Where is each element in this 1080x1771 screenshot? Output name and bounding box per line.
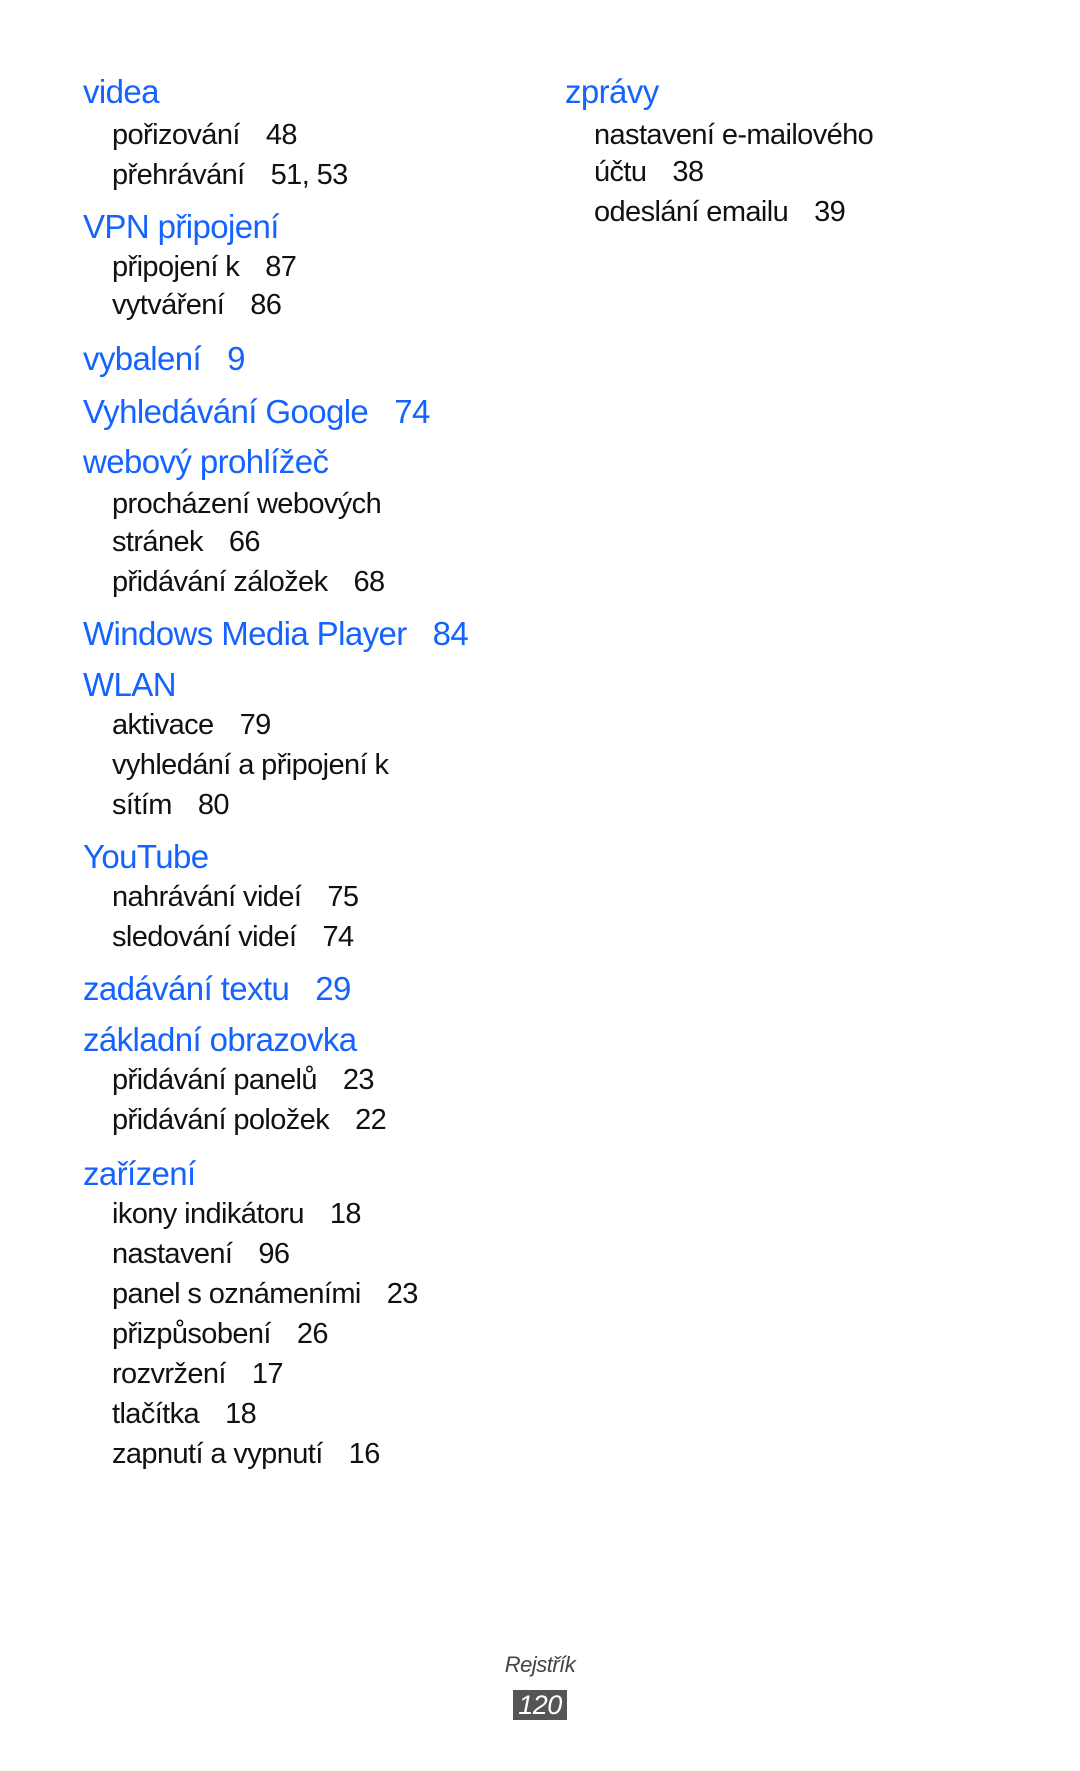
page-reference[interactable]: 38 — [672, 156, 704, 188]
index-subentry: sítím 80 — [112, 785, 230, 825]
index-subentry: nastavení 96 — [112, 1234, 290, 1274]
index-term: vytváření — [112, 289, 225, 321]
index-term: přidávání panelů — [112, 1064, 317, 1096]
index-term: webový prohlížeč — [83, 443, 329, 480]
page-reference[interactable]: 18 — [225, 1398, 257, 1430]
page-reference[interactable]: 96 — [258, 1238, 290, 1270]
page-reference[interactable]: 84 — [433, 615, 469, 652]
index-term: ikony indikátoru — [112, 1198, 305, 1230]
page-reference[interactable]: 9 — [227, 340, 245, 377]
index-subentry: rozvržení 17 — [112, 1354, 284, 1394]
page-reference[interactable]: 17 — [252, 1358, 284, 1390]
index-term: Windows Media Player — [83, 615, 407, 652]
index-term: zadávání textu — [83, 970, 290, 1007]
index-heading: YouTube — [83, 837, 209, 877]
page-reference[interactable]: 48 — [266, 119, 298, 151]
index-term: sledování videí — [112, 921, 297, 953]
page-reference[interactable]: 51, 53 — [271, 159, 349, 191]
section-label: Rejstřík — [504, 1652, 576, 1677]
index-term: zprávy — [565, 73, 659, 110]
page-reference[interactable]: 29 — [315, 970, 351, 1007]
page-reference[interactable]: 79 — [240, 709, 272, 741]
index-heading: videa — [83, 72, 160, 112]
index-term: Vyhledávání Google — [83, 393, 369, 430]
index-heading: WLAN — [83, 665, 177, 705]
index-term: přehrávání — [112, 159, 245, 191]
page-reference[interactable]: 23 — [387, 1278, 419, 1310]
index-heading: zařízení — [83, 1154, 196, 1194]
page-reference[interactable]: 74 — [394, 393, 430, 430]
index-subentry: přizpůsobení 26 — [112, 1314, 329, 1354]
index-subentry: aktivace 79 — [112, 705, 271, 745]
index-term: základní obrazovka — [83, 1021, 357, 1058]
index-heading: webový prohlížeč — [83, 442, 329, 482]
page-reference[interactable]: 22 — [355, 1104, 387, 1136]
page-reference[interactable]: 66 — [229, 526, 261, 558]
index-term: nastavení e-mailového — [594, 119, 874, 151]
index-heading: Vyhledávání Google 74 — [83, 392, 430, 432]
index-term: procházení webových — [112, 488, 382, 520]
index-term: vybalení — [83, 340, 202, 377]
index-term: zapnutí a vypnutí — [112, 1438, 323, 1470]
page-reference[interactable]: 18 — [330, 1198, 362, 1230]
index-subentry: přidávání položek 22 — [112, 1100, 387, 1140]
index-term: odeslání emailu — [594, 196, 789, 228]
page-reference[interactable]: 86 — [250, 289, 282, 321]
index-subentry: vyhledání a připojení k — [112, 745, 389, 785]
page-reference[interactable]: 39 — [814, 196, 846, 228]
index-term: WLAN — [83, 666, 177, 703]
index-term: nastavení — [112, 1238, 233, 1270]
index-heading: vybalení 9 — [83, 339, 245, 379]
index-subentry: panel s oznámeními 23 — [112, 1274, 418, 1314]
page-reference[interactable]: 26 — [297, 1318, 329, 1350]
index-term: přizpůsobení — [112, 1318, 271, 1350]
index-subentry: přidávání panelů 23 — [112, 1060, 375, 1100]
index-term: rozvržení — [112, 1358, 226, 1390]
index-term: VPN připojení — [83, 208, 279, 245]
index-subentry: stránek 66 — [112, 522, 261, 562]
index-term: YouTube — [83, 838, 209, 875]
index-term: videa — [83, 73, 160, 110]
index-subentry: odeslání emailu 39 — [594, 192, 846, 232]
index-term: sítím — [112, 789, 172, 821]
index-term: nahrávání videí — [112, 881, 302, 913]
index-subentry: pořizování 48 — [112, 115, 297, 155]
index-term: pořizování — [112, 119, 240, 151]
page-reference[interactable]: 75 — [327, 881, 359, 913]
index-subentry: účtu 38 — [594, 152, 704, 192]
index-subentry: připojení k 87 — [112, 247, 297, 287]
index-term: vyhledání a připojení k — [112, 749, 389, 781]
index-heading: VPN připojení — [83, 207, 279, 247]
index-subentry: nahrávání videí 75 — [112, 877, 359, 917]
page-reference[interactable]: 74 — [322, 921, 354, 953]
index-term: připojení k — [112, 251, 240, 283]
index-subentry: sledování videí 74 — [112, 917, 354, 957]
index-subentry: ikony indikátoru 18 — [112, 1194, 362, 1234]
index-term: aktivace — [112, 709, 214, 741]
index-heading: Windows Media Player 84 — [83, 614, 469, 654]
index-term: účtu — [594, 156, 647, 188]
index-term: stránek — [112, 526, 204, 558]
page-reference[interactable]: 16 — [349, 1438, 381, 1470]
index-subentry: přehrávání 51, 53 — [112, 155, 348, 195]
index-subentry: zapnutí a vypnutí 16 — [112, 1434, 380, 1474]
page-reference[interactable]: 23 — [343, 1064, 375, 1096]
index-term: zařízení — [83, 1155, 196, 1192]
index-term: přidávání položek — [112, 1104, 330, 1136]
page-number: 120 — [513, 1690, 567, 1720]
index-term: přidávání záložek — [112, 566, 328, 598]
index-heading: zadávání textu 29 — [83, 969, 351, 1009]
index-subentry: procházení webových — [112, 484, 382, 524]
index-heading: zprávy — [565, 72, 659, 112]
index-subentry: přidávání záložek 68 — [112, 562, 385, 602]
index-subentry: vytváření 86 — [112, 285, 282, 325]
page-reference[interactable]: 80 — [198, 789, 230, 821]
index-subentry: tlačítka 18 — [112, 1394, 257, 1434]
index-term: tlačítka — [112, 1398, 200, 1430]
page-reference[interactable]: 87 — [265, 251, 297, 283]
index-term: panel s oznámeními — [112, 1278, 361, 1310]
index-subentry: nastavení e-mailového — [594, 115, 874, 155]
index-heading: základní obrazovka — [83, 1020, 357, 1060]
page-reference[interactable]: 68 — [354, 566, 386, 598]
